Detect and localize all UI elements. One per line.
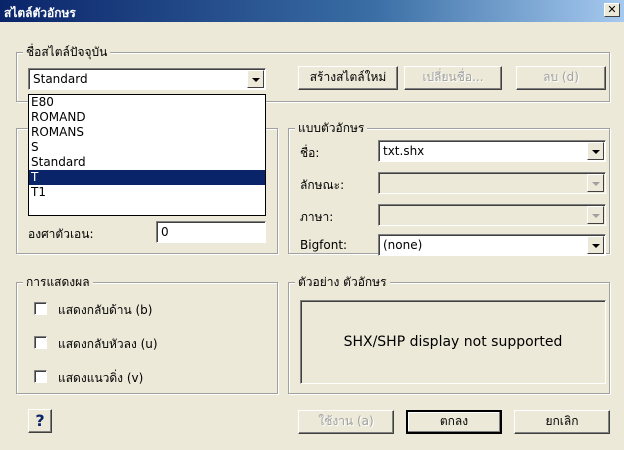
dropdown-item[interactable]: E80: [29, 95, 265, 110]
vertical-label[interactable]: แสดงแนวดิ่ง (v): [58, 369, 143, 388]
font-name-combo[interactable]: txt.shx: [378, 140, 606, 162]
font-style-combo[interactable]: [378, 172, 606, 194]
style-name-combo[interactable]: Standard: [28, 68, 266, 90]
oblique-angle-input[interactable]: 0: [156, 221, 266, 243]
upside-down-label[interactable]: แสดงกลับหัวลง (u): [58, 335, 158, 354]
font-name-value: txt.shx: [383, 144, 425, 158]
font-style-label: ลักษณะ:: [300, 178, 345, 192]
ok-button[interactable]: ตกลง: [406, 410, 502, 434]
help-button[interactable]: ?: [28, 409, 52, 433]
delete-style-button[interactable]: ลบ (d): [516, 66, 606, 90]
dropdown-item[interactable]: ROMANS: [29, 125, 265, 140]
preview-area: SHX/SHP display not supported: [300, 300, 606, 384]
effects-group-label: การแสดงผล: [23, 275, 93, 289]
chevron-down-icon[interactable]: [587, 142, 604, 160]
style-dropdown-list[interactable]: E80 ROMAND ROMANS S Standard T T1: [28, 94, 266, 216]
cancel-button[interactable]: ยกเลิก: [514, 410, 610, 434]
bigfont-combo[interactable]: (none): [378, 234, 606, 256]
style-name-value: Standard: [33, 72, 88, 86]
preview-message: SHX/SHP display not supported: [343, 334, 563, 350]
language-label: ภาษา:: [300, 210, 334, 224]
new-style-button[interactable]: สร้างสไตล์ใหม่: [298, 66, 398, 90]
chevron-down-icon[interactable]: [247, 70, 264, 88]
chevron-down-icon[interactable]: [587, 236, 604, 254]
chevron-down-icon[interactable]: [587, 206, 604, 224]
dropdown-item[interactable]: Standard: [29, 155, 265, 170]
apply-button[interactable]: ใช้งาน (a): [298, 410, 394, 434]
language-combo[interactable]: [378, 204, 606, 226]
close-button[interactable]: ✕: [604, 3, 620, 17]
vertical-checkbox[interactable]: [34, 370, 47, 383]
upside-down-checkbox[interactable]: [34, 336, 47, 349]
dropdown-item-highlighted[interactable]: T: [29, 170, 265, 185]
bigfont-label: Bigfont:: [300, 238, 348, 252]
dropdown-item[interactable]: ROMAND: [29, 110, 265, 125]
backwards-label[interactable]: แสดงกลับด้าน (b): [58, 301, 152, 320]
rename-style-button[interactable]: เปลี่ยนชื่อ...: [404, 66, 502, 90]
title-bar: สไตล์ตัวอักษร ✕: [0, 0, 624, 22]
oblique-angle-label: องศาตัวเอน:: [28, 227, 94, 241]
font-group-label: แบบตัวอักษร: [295, 121, 368, 135]
current-style-group-label: ชื่อสไตล์ปัจจุบัน: [23, 45, 111, 59]
window-title: สไตล์ตัวอักษร: [4, 6, 76, 20]
bigfont-value: (none): [383, 238, 423, 252]
dropdown-item[interactable]: T1: [29, 185, 265, 200]
font-name-label: ชื่อ:: [300, 146, 320, 160]
dropdown-item[interactable]: S: [29, 140, 265, 155]
backwards-checkbox[interactable]: [34, 302, 47, 315]
chevron-down-icon[interactable]: [587, 174, 604, 192]
preview-group-label: ตัวอย่าง ตัวอักษร: [295, 275, 390, 289]
